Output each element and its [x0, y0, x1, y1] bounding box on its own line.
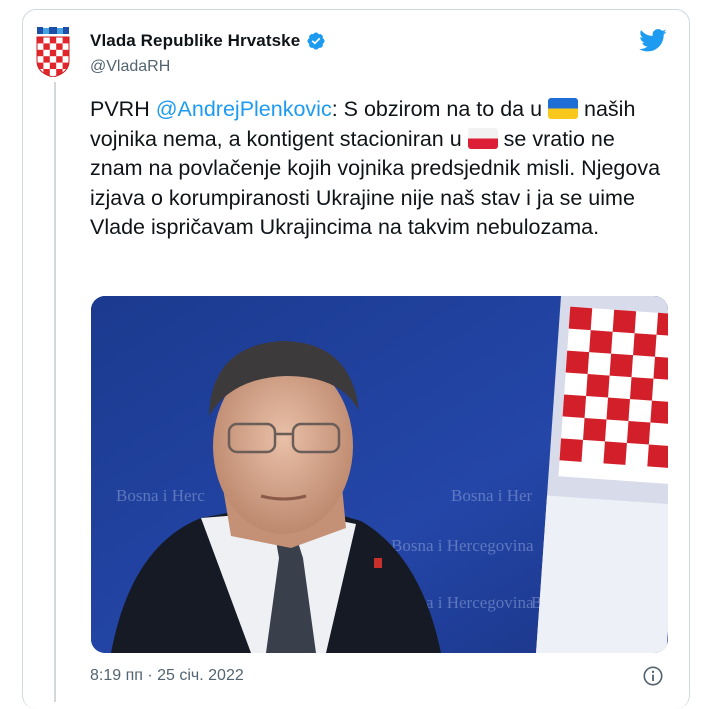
photo-illustration: Bosna i Herc Bosna i Hercegovina Bosna i…: [91, 296, 668, 653]
account-handle[interactable]: @VladaRH: [90, 58, 170, 76]
tweet-media-photo[interactable]: Bosna i Herc Bosna i Hercegovina Bosna i…: [91, 296, 668, 653]
avatar[interactable]: [35, 27, 71, 77]
verified-badge-icon: [307, 32, 325, 50]
svg-text:Bosna i Herc: Bosna i Herc: [116, 486, 205, 505]
thread-line: [54, 82, 56, 702]
tweet-timestamp[interactable]: 8:19 пп · 25 січ. 2022: [90, 667, 244, 685]
poland-flag-icon: [467, 127, 498, 149]
tweet-text: PVRH @AndrejPlenkovic: S obzirom na to d…: [90, 95, 670, 243]
mention-link[interactable]: @AndrejPlenkovic: [156, 97, 332, 121]
twitter-bird-icon[interactable]: [637, 26, 669, 54]
account-name-row[interactable]: Vlada Republike Hrvatske: [90, 31, 326, 51]
svg-text:Bosna i Hercegovina: Bosna i Hercegovina: [391, 536, 534, 555]
info-icon[interactable]: [642, 665, 664, 687]
ukraine-flag-icon: [548, 98, 579, 119]
tweet-text-part-1: : S obzirom na to da u: [331, 97, 549, 121]
tweet-prefix: PVRH: [90, 97, 156, 121]
display-name[interactable]: Vlada Republike Hrvatske: [90, 31, 300, 51]
svg-text:Bosna i Her: Bosna i Her: [451, 486, 533, 505]
